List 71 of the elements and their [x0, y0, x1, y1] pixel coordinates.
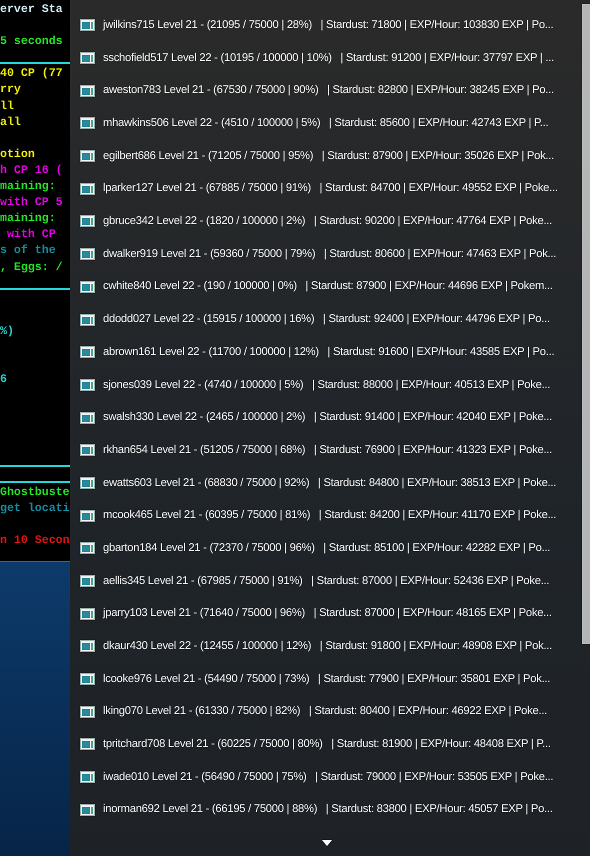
console-line: ll [0, 98, 14, 115]
window-icon [80, 706, 95, 718]
jump-list-item[interactable]: egilbert686 Level 21 - (71205 / 75000 | 95%) | Stardust: 87900 | EXP/Hour: 35026 EXP | Pok... [78, 140, 578, 172]
console-line: %) [0, 324, 14, 340]
window-icon [80, 542, 95, 554]
console-line: n 10 Secon [0, 533, 70, 550]
jump-list-item[interactable]: jwilkins715 Level 21 - (21095 / 75000 | 28%) | Stardust: 71800 | EXP/Hour: 103830 EXP | Po... [78, 9, 578, 42]
window-icon [80, 248, 95, 260]
jump-list-item[interactable]: gbruce342 Level 22 - (1820 / 100000 | 2%) | Stardust: 90200 | EXP/Hour: 47764 EXP | Poke... [78, 205, 578, 238]
jump-list-item[interactable]: mcook465 Level 21 - (60395 / 75000 | 81%) | Stardust: 84200 | EXP/Hour: 41170 EXP | Poke... [78, 499, 578, 532]
jump-list-item[interactable]: tpritchard708 Level 21 - (60225 / 75000 | 80%) | Stardust: 81900 | EXP/Hour: 48408 EXP | P... [78, 728, 578, 761]
window-icon [80, 738, 95, 750]
window-icon [80, 510, 95, 522]
window-icon [80, 412, 95, 424]
window-icon [80, 280, 95, 293]
window-icon [80, 19, 95, 32]
scroll-down-icon[interactable] [322, 840, 332, 846]
console-line: all [0, 114, 21, 131]
jump-list-item[interactable]: mhawkins506 Level 22 - (4510 / 100000 | 5%) | Stardust: 85600 | EXP/Hour: 42743 EXP | P... [78, 107, 578, 140]
window-icon [80, 673, 95, 686]
jump-list-item[interactable]: rkhan654 Level 21 - (51205 / 75000 | 68%) | Stardust: 76900 | EXP/Hour: 41323 EXP | Poke... [78, 434, 578, 467]
scrollbar-thumb[interactable] [582, 4, 590, 644]
jump-list-item[interactable]: dwalker919 Level 21 - (59360 / 75000 | 79%) | Stardust: 80600 | EXP/Hour: 47463 EXP | Pok... [78, 238, 578, 270]
jump-list-item[interactable]: sschofield517 Level 22 - (10195 / 100000 | 10%) | Stardust: 91200 | EXP/Hour: 37797 EXP | ... [78, 42, 578, 74]
window-icon [80, 215, 95, 228]
window-icon [80, 182, 95, 195]
console-line: h CP 16 ( [0, 162, 63, 179]
console-line: , Eggs: / [0, 260, 63, 276]
window-icon [80, 346, 95, 358]
window-icon [80, 476, 95, 489]
window-icon [80, 640, 95, 652]
window-icon [80, 314, 95, 326]
jump-list-item[interactable]: lking070 Level 21 - (61330 / 75000 | 82%) | Stardust: 80400 | EXP/Hour: 46922 EXP | Poke... [78, 695, 578, 728]
console-line: erver Sta [0, 2, 63, 18]
console-line: maining: [0, 179, 56, 196]
window-icon [80, 84, 95, 97]
console-line: Ghostbuste [0, 484, 70, 501]
jump-list-item[interactable]: lcooke976 Level 21 - (54490 / 75000 | 73%) | Stardust: 77900 | EXP/Hour: 35801 EXP | Pok... [78, 662, 578, 696]
console-line: get locati [0, 500, 70, 517]
window-icon [80, 608, 95, 620]
window-icon [80, 575, 95, 588]
window-icon [80, 444, 95, 456]
window-icon [80, 52, 95, 64]
console-line: otion [0, 146, 35, 163]
console-line: s of the [0, 243, 56, 260]
jump-list-item[interactable]: inorman692 Level 21 - (66195 / 75000 | 88%) | Stardust: 83800 | EXP/Hour: 45057 EXP | Po... [78, 794, 578, 826]
console-line: 6 [0, 372, 7, 388]
console-line: 40 CP (77 [0, 66, 63, 82]
jump-list-item[interactable]: abrown161 Level 22 - (11700 / 100000 | 12%) | Stardust: 91600 | EXP/Hour: 43585 EXP | Po... [78, 336, 578, 369]
jump-list-item[interactable]: ewatts603 Level 21 - (68830 / 75000 | 92%) | Stardust: 84800 | EXP/Hour: 38513 EXP | Poke... [78, 466, 578, 500]
jump-list-item[interactable]: sjones039 Level 22 - (4740 / 100000 | 5%) | Stardust: 88000 | EXP/Hour: 40513 EXP | Poke... [78, 368, 578, 402]
jump-list-item[interactable]: aellis345 Level 21 - (67985 / 75000 | 91%) | Stardust: 87000 | EXP/Hour: 52436 EXP | Poke... [78, 564, 578, 598]
jump-list-item[interactable]: gbarton184 Level 21 - (72370 / 75000 | 96%) | Stardust: 85100 | EXP/Hour: 42282 EXP | Po... [78, 532, 578, 565]
window-icon [80, 771, 95, 784]
jump-list-item[interactable]: dkaur430 Level 22 - (12455 / 100000 | 12%) | Stardust: 91800 | EXP/Hour: 48908 EXP | Pok... [78, 630, 578, 663]
console-line: with CP [6, 227, 56, 244]
jump-list-item[interactable]: cwhite840 Level 22 - (190 / 100000 | 0%) | Stardust: 87900 | EXP/Hour: 44696 EXP | Pokem... [78, 270, 578, 304]
jump-list-item[interactable]: swalsh330 Level 22 - (2465 / 100000 | 2%) | Stardust: 91400 | EXP/Hour: 42040 EXP | Poke... [78, 401, 578, 434]
jump-list-item[interactable]: jparry103 Level 21 - (71640 / 75000 | 96%) | Stardust: 87000 | EXP/Hour: 48165 EXP | Poke... [78, 597, 578, 630]
window-icon [80, 804, 95, 816]
console-line: 5 seconds [0, 34, 63, 50]
console-line: maining: [0, 211, 56, 228]
window-icon [80, 378, 95, 391]
window-icon [80, 150, 95, 162]
console-line: with CP 5 [0, 195, 63, 212]
jump-list-item[interactable]: ddodd027 Level 22 - (15915 / 100000 | 16%) | Stardust: 92400 | EXP/Hour: 44796 EXP | Po... [78, 303, 578, 336]
jump-list-item[interactable]: aweston783 Level 21 - (67530 / 75000 | 90%) | Stardust: 82800 | EXP/Hour: 38245 EXP | Po... [78, 74, 578, 108]
jump-list-item[interactable]: iwade010 Level 21 - (56490 / 75000 | 75%) | Stardust: 79000 | EXP/Hour: 53505 EXP | Poke... [78, 760, 578, 794]
window-icon [80, 117, 95, 130]
console-line: rry [0, 82, 21, 98]
jump-list-item[interactable]: lparker127 Level 21 - (67885 / 75000 | 91%) | Stardust: 84700 | EXP/Hour: 49552 EXP | Poke... [78, 172, 578, 206]
